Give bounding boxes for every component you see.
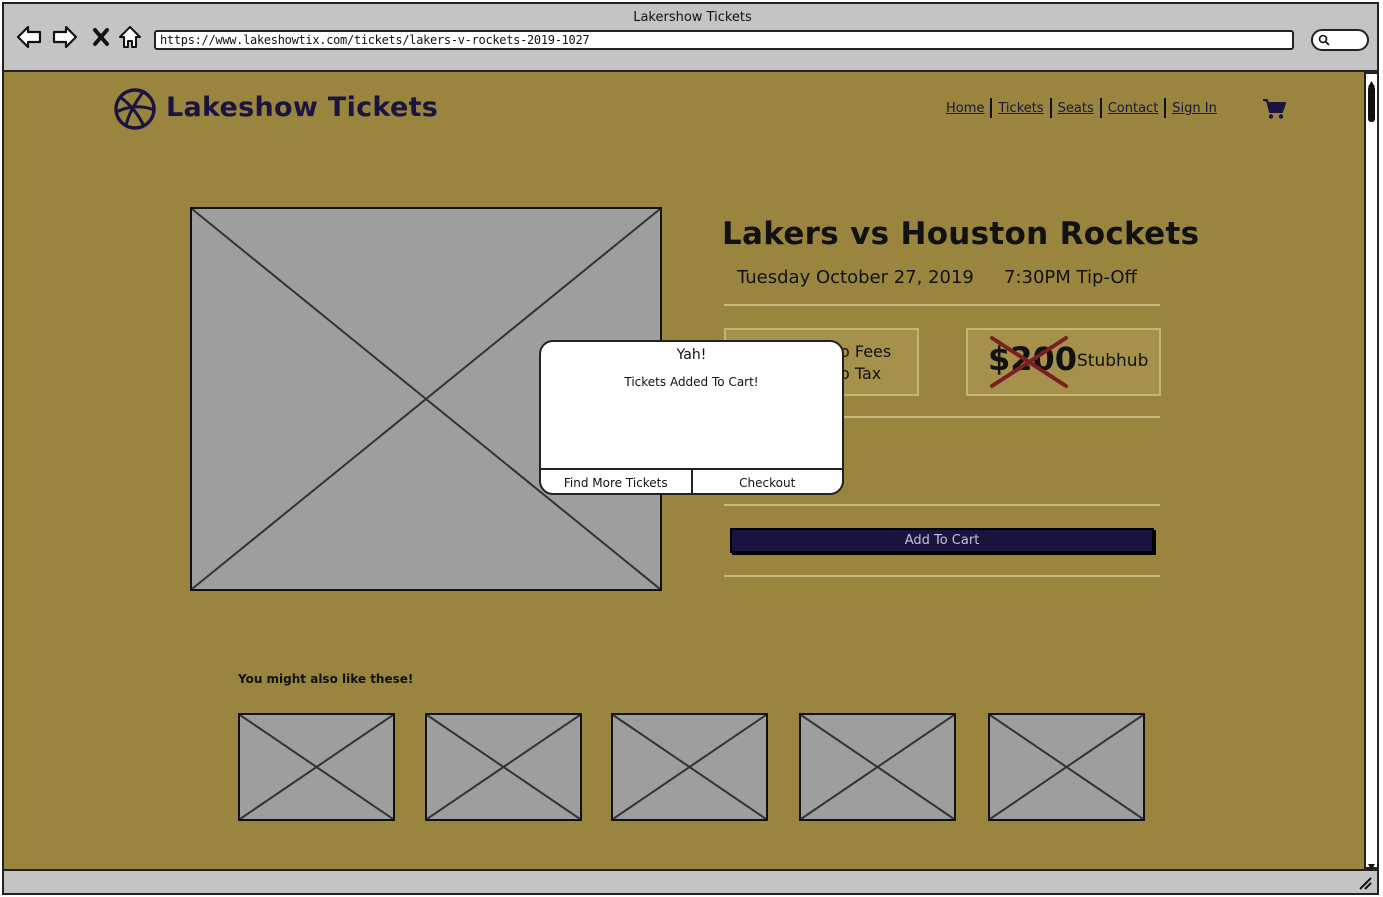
vertical-scrollbar[interactable] [1364,72,1379,870]
checkout-button[interactable]: Checkout [690,470,843,493]
dialog-message: Tickets Added To Cart! [624,375,759,389]
find-more-tickets-button[interactable]: Find More Tickets [541,470,691,493]
home-icon[interactable] [115,22,145,52]
dialog-buttons: Find More Tickets Checkout [541,468,843,493]
competitor-vendor: Stubhub [1077,351,1149,371]
stop-icon[interactable] [86,22,116,52]
scroll-thumb[interactable] [1368,86,1375,122]
dialog-title: Yah! [676,347,707,363]
search-icon [1318,34,1330,46]
strikethrough-x-icon [990,336,1068,388]
basketball-logo-icon[interactable] [114,88,156,130]
recommendation-thumbnail[interactable] [799,713,956,821]
nav-home[interactable]: Home [940,101,990,116]
nav-seats[interactable]: Seats [1052,101,1100,116]
divider [724,504,1160,506]
recommendation-thumbnail[interactable] [238,713,395,821]
nav-contact[interactable]: Contact [1102,101,1165,116]
forward-icon[interactable] [50,22,80,52]
added-to-cart-dialog: Yah! Tickets Added To Cart! Find More Ti… [539,340,844,495]
no-tax-text: o Tax [840,364,882,383]
recommendation-thumbnail[interactable] [425,713,582,821]
url-input[interactable]: https://www.lakeshowtix.com/tickets/lake… [154,30,1294,50]
divider [724,304,1160,306]
nav-tickets[interactable]: Tickets [992,101,1049,116]
divider [724,575,1160,577]
scroll-up-icon[interactable] [1367,74,1376,87]
no-fees-text: o Fees [840,342,892,361]
back-icon[interactable] [14,22,44,52]
status-bar [2,869,1379,895]
event-date: Tuesday October 27, 2019 [737,267,974,288]
nav-sign-in[interactable]: Sign In [1166,101,1223,116]
recommendation-thumbnail[interactable] [988,713,1145,821]
resize-handle-icon[interactable] [1357,876,1373,890]
scroll-down-icon[interactable] [1367,857,1376,870]
brand-name[interactable]: Lakeshow Tickets [166,92,438,123]
window-title: Lakershow Tickets [633,10,752,25]
event-title: Lakers vs Houston Rockets [722,216,1200,252]
browser-search-field[interactable] [1311,29,1369,51]
recommendation-thumbnail[interactable] [611,713,768,821]
event-time: 7:30PM Tip-Off [1004,267,1137,288]
top-navigation: Home Tickets Seats Contact Sign In [940,98,1223,118]
add-to-cart-button[interactable]: Add To Cart [730,528,1154,553]
shopping-cart-icon[interactable] [1262,98,1286,120]
recommendations-heading: You might also like these! [238,672,414,686]
